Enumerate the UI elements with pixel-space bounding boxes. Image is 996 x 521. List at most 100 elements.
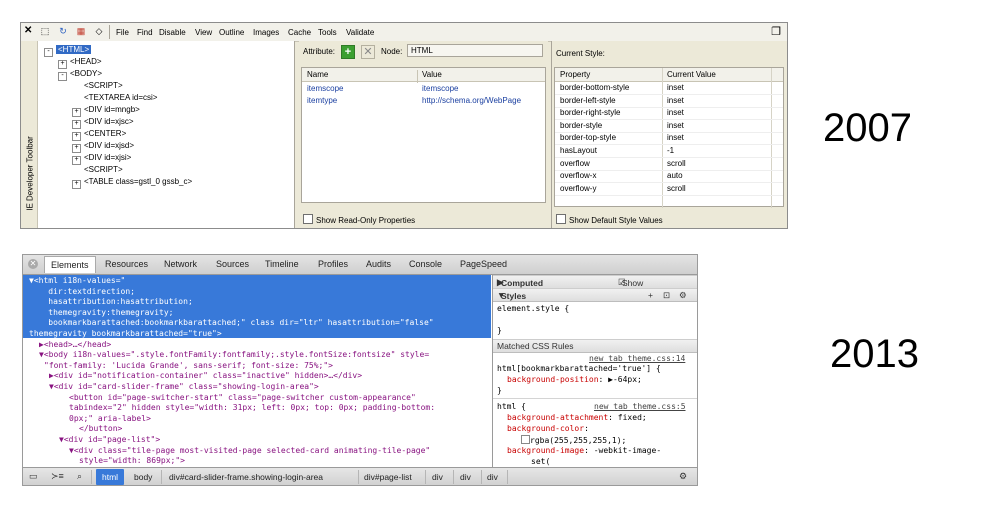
expand-icon[interactable]: + (72, 132, 81, 141)
show-default-style-checkbox[interactable]: Show Default Style Values (556, 214, 663, 225)
expand-icon[interactable]: + (72, 120, 81, 129)
attribute-row[interactable]: itemtype http://schema.org/WebPage (302, 95, 545, 107)
tab-resources[interactable]: Resources (105, 259, 148, 269)
style-row[interactable]: hasLayout -1 (555, 145, 783, 158)
tree-node[interactable]: + <DIV id=xjsi> (72, 153, 131, 165)
rule-source-link[interactable]: new_tab_theme.css:5 (594, 402, 686, 411)
style-row[interactable]: border-left-style inset (555, 95, 783, 108)
dom-line-selected[interactable]: themegravity bookmarkbarattached="true"> (29, 329, 222, 340)
col-name[interactable]: Name (307, 70, 328, 79)
search-icon[interactable]: ⌕ (77, 471, 82, 482)
tree-node[interactable]: + <TABLE class=gstl_0 gssb_c> (72, 177, 192, 189)
show-readonly-checkbox[interactable]: Show Read-Only Properties (303, 214, 415, 225)
tab-pagespeed[interactable]: PageSpeed (460, 259, 507, 269)
checkbox-box[interactable] (303, 214, 313, 224)
rule-selector[interactable]: html[bookmarkbarattached='true'] { (497, 364, 661, 373)
breadcrumb-div[interactable]: div (460, 472, 471, 482)
dom-line[interactable]: "font-family: 'Lucida Grande', sans-seri… (44, 361, 333, 372)
col-property[interactable]: Property (560, 70, 590, 79)
rule-source-link[interactable]: new_tab_theme.css:14 (589, 354, 685, 363)
dom-line[interactable]: style="width: 869px;"> (79, 456, 185, 467)
style-row[interactable]: border-right-style inset (555, 107, 783, 121)
tab-audits[interactable]: Audits (366, 259, 391, 269)
css-property-row[interactable]: background-color: (507, 424, 589, 433)
element-style-rule[interactable]: element.style { (497, 304, 569, 313)
collapse-icon[interactable]: - (44, 48, 53, 57)
dom-line-selected[interactable]: hasattribution:hasattribution; (29, 297, 193, 308)
tree-node[interactable]: <TEXTAREA id=csi> (72, 93, 157, 102)
tree-node[interactable]: + <HEAD> (58, 57, 102, 69)
tab-profiles[interactable]: Profiles (318, 259, 348, 269)
menu-find[interactable]: Find (137, 28, 153, 37)
toggle-state-icon[interactable]: ⊡ (663, 290, 670, 301)
select-element-icon[interactable]: ⬚ (39, 26, 51, 37)
gear-icon[interactable]: ⚙ (679, 290, 687, 301)
col-value[interactable]: Value (422, 70, 442, 79)
expand-icon[interactable]: + (58, 60, 67, 69)
menu-cache[interactable]: Cache (288, 28, 311, 37)
menu-validate[interactable]: Validate (346, 28, 374, 37)
collapse-icon[interactable]: - (58, 72, 67, 81)
dom-line[interactable]: 0px;" aria-label> (69, 414, 151, 425)
css-property-row[interactable]: background-image: -webkit-image- (507, 446, 661, 455)
tree-node[interactable]: + <CENTER> (72, 129, 126, 141)
col-current-value[interactable]: Current Value (667, 70, 716, 79)
dom-line[interactable]: ▼<body i18n-values=".style.fontFamily:fo… (39, 350, 429, 361)
expand-icon[interactable]: + (72, 156, 81, 165)
style-row[interactable]: border-bottom-style inset (555, 82, 783, 95)
expand-icon[interactable]: + (72, 180, 81, 189)
source-icon[interactable]: ◇ (93, 26, 105, 37)
breadcrumb-html[interactable]: html (96, 469, 125, 485)
style-row[interactable]: overflow scroll (555, 158, 783, 171)
dom-line-selected[interactable]: dir:textdirection; (29, 287, 135, 298)
tree-node[interactable]: - <BODY> (58, 69, 102, 81)
add-rule-icon[interactable]: + (648, 290, 653, 300)
breadcrumb-div[interactable]: div (432, 472, 443, 482)
tree-node[interactable]: - <HTML> (44, 45, 92, 57)
tree-node[interactable]: <SCRIPT> (72, 165, 123, 174)
tree-node[interactable]: + <DIV id=xjsc> (72, 117, 134, 129)
delete-attribute-icon[interactable]: ✕ (361, 45, 375, 59)
node-field[interactable]: HTML (407, 44, 543, 57)
dom-line-selected[interactable]: bookmarkbarattached:bookmarkbarattached;… (29, 318, 433, 329)
tab-network[interactable]: Network (164, 259, 197, 269)
add-attribute-icon[interactable]: + (341, 45, 355, 59)
tab-elements[interactable]: Elements (44, 256, 96, 273)
tree-node[interactable]: + <DIV id=xjsd> (72, 141, 134, 153)
menu-outline[interactable]: Outline (219, 28, 244, 37)
expand-icon[interactable]: + (72, 144, 81, 153)
tab-timeline[interactable]: Timeline (265, 259, 299, 269)
menu-images[interactable]: Images (253, 28, 279, 37)
menu-tools[interactable]: Tools (318, 28, 337, 37)
dom-line[interactable]: ▶<head>…</head> (39, 340, 111, 351)
styles-header[interactable]: ▼ Styles + ⊡ ⚙ (493, 288, 697, 302)
refresh-icon[interactable]: ↻ (57, 26, 69, 37)
attribute-row[interactable]: itemscope itemscope (302, 83, 545, 95)
css-property-row[interactable]: background-position: ▶-64px; (507, 375, 642, 384)
style-row[interactable]: border-style inset (555, 120, 783, 133)
tree-node[interactable]: + <DIV id=mngb> (72, 105, 140, 117)
dom-line[interactable]: tabindex="2" hidden style="width: 31px; … (69, 403, 435, 414)
clear-icon[interactable]: ▦ (75, 26, 87, 37)
style-row[interactable]: overflow-x auto (555, 170, 783, 184)
breadcrumb-page-list[interactable]: div#page-list (364, 472, 412, 482)
computed-style-header[interactable]: ▶ Computed Style ☑ Show inherited (493, 275, 697, 298)
color-swatch[interactable] (521, 435, 530, 444)
style-row[interactable]: border-top-style inset (555, 132, 783, 146)
css-property-row[interactable]: background-attachment: fixed; (507, 413, 647, 422)
checkbox-box[interactable] (556, 214, 566, 224)
dom-line[interactable]: <button id="page-switcher-start" class="… (69, 393, 416, 404)
style-row[interactable]: overflow-y scroll (555, 183, 783, 196)
menu-disable[interactable]: Disable (159, 28, 186, 37)
tab-console[interactable]: Console (409, 259, 442, 269)
expand-icon[interactable]: + (72, 108, 81, 117)
dom-line[interactable]: ▶<div id="notification-container" class=… (49, 371, 362, 382)
close-icon[interactable]: ✕ (24, 25, 32, 36)
rule-selector[interactable]: html { (497, 402, 526, 411)
tab-sources[interactable]: Sources (216, 259, 249, 269)
breadcrumb-div[interactable]: div (487, 472, 498, 482)
menu-file[interactable]: File (116, 28, 129, 37)
dom-line[interactable]: ▼<div class="tile-page most-visited-page… (69, 446, 430, 457)
dom-line[interactable]: ▼<div id="card-slider-frame" class="show… (49, 382, 319, 393)
dom-line[interactable]: ▼<div id="page-list"> (59, 435, 160, 446)
